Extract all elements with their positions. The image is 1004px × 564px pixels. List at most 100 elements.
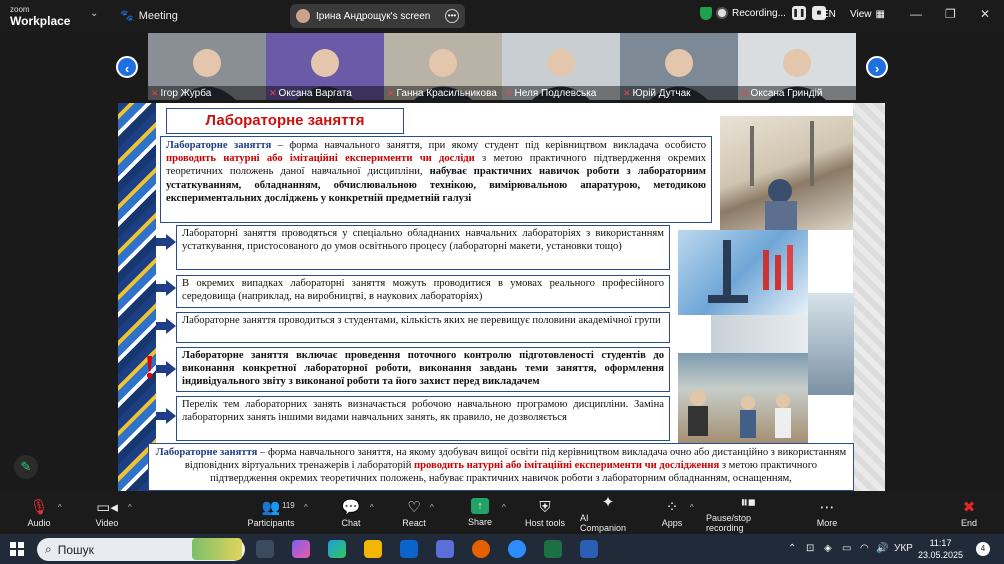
participants-button[interactable]: 👥 Participants bbox=[246, 491, 296, 534]
share-options-caret[interactable]: ^ bbox=[502, 503, 506, 512]
decorative-pattern bbox=[118, 103, 156, 491]
more-icon: ⋯ bbox=[819, 498, 835, 516]
arrow-icon bbox=[156, 234, 176, 250]
video-button[interactable]: ▭◂ Video bbox=[90, 491, 124, 534]
screen-share-pill[interactable]: Ірина Андрощук's screen ••• bbox=[290, 4, 465, 28]
search-icon: ⌕ bbox=[45, 542, 52, 556]
grid-icon: ▦ bbox=[875, 9, 885, 20]
pause-stop-icon: ⏸⏹ bbox=[740, 493, 756, 511]
volume-icon[interactable]: 🔊 bbox=[876, 543, 888, 554]
outlook-icon[interactable] bbox=[400, 540, 418, 558]
meeting-menu[interactable]: 🐾 Meeting bbox=[120, 9, 178, 23]
language-indicator[interactable]: УКР bbox=[894, 543, 913, 554]
shield-icon: ⛨ bbox=[539, 498, 551, 516]
windows-start-icon[interactable] bbox=[10, 542, 24, 556]
save-icon[interactable] bbox=[436, 540, 454, 558]
meeting-toolbar: 🎙 Audio ^ ▭◂ Video ^ 👥 Participants 119 … bbox=[0, 491, 1004, 534]
rule-box: Перелік тем лабораторних занять визначає… bbox=[176, 396, 670, 441]
edge-icon[interactable] bbox=[328, 540, 346, 558]
firefox-icon[interactable] bbox=[472, 540, 490, 558]
minimize-button[interactable]: — bbox=[910, 7, 922, 21]
more-button[interactable]: ⋯ More bbox=[814, 491, 840, 534]
slide-title: Лабораторне заняття bbox=[166, 108, 404, 134]
shield-icon bbox=[700, 6, 712, 20]
audio-button[interactable]: 🎙 Audio bbox=[22, 491, 56, 534]
definition-box: Лабораторне заняття – форма навчального … bbox=[160, 136, 712, 223]
arrow-icon bbox=[156, 318, 176, 334]
paw-icon: 🐾 bbox=[120, 10, 134, 22]
host-tools-button[interactable]: ⛨ Host tools bbox=[524, 491, 566, 534]
ai-companion-button[interactable]: ✦ AI Companion bbox=[580, 491, 636, 534]
screen-share-label: Ірина Андрощук's screen bbox=[316, 10, 431, 22]
task-view-icon[interactable] bbox=[256, 540, 274, 558]
wifi-icon[interactable]: ◠ bbox=[860, 543, 869, 554]
restore-button[interactable]: ❐ bbox=[945, 7, 956, 21]
zoom-app-icon[interactable] bbox=[508, 540, 526, 558]
participant-name: ✕ Оксана Варгата bbox=[266, 86, 384, 100]
audio-options-caret[interactable]: ^ bbox=[58, 503, 62, 512]
react-button[interactable]: ♡ React bbox=[400, 491, 428, 534]
clock[interactable]: 11:17 23.05.2025 bbox=[918, 537, 963, 561]
lab-photo bbox=[720, 116, 853, 230]
participant-tile[interactable]: ✕ Оксана Варгата bbox=[266, 33, 384, 100]
decorative-pattern-right bbox=[853, 103, 885, 491]
chat-button[interactable]: 💬 Chat bbox=[338, 491, 364, 534]
rule-box-highlight: Лабораторне заняття включає проведення п… bbox=[176, 347, 670, 392]
people-icon: 👥 bbox=[261, 498, 281, 516]
tray-app-icon[interactable]: ⊡ bbox=[806, 543, 814, 554]
arrow-icon bbox=[156, 408, 176, 424]
pause-recording-button[interactable]: ❚❚ bbox=[791, 6, 806, 20]
participant-name: ✕ Оксана Гриндій bbox=[738, 86, 856, 100]
rule-box: Лабораторне заняття проводиться з студен… bbox=[176, 312, 670, 343]
chat-icon: 💬 bbox=[341, 498, 361, 516]
mic-muted-icon: ✕ bbox=[387, 87, 395, 98]
avatar bbox=[296, 9, 310, 23]
share-button[interactable]: ↑ Share bbox=[466, 491, 494, 534]
view-button[interactable]: View ▦ bbox=[850, 9, 885, 20]
participant-name: ✕ Ганна Красильникова bbox=[384, 86, 502, 100]
pause-stop-recording-button[interactable]: ⏸⏹ Pause/stop recording bbox=[706, 491, 790, 534]
shared-slide: Лабораторне заняття Лабораторне заняття … bbox=[118, 103, 885, 491]
file-explorer-icon[interactable] bbox=[364, 540, 382, 558]
tray-app-icon[interactable]: ◈ bbox=[824, 543, 832, 554]
annotate-pen-button[interactable]: ✎ bbox=[14, 455, 38, 479]
exclamation-icon: ! bbox=[144, 349, 156, 386]
video-options-caret[interactable]: ^ bbox=[128, 503, 132, 512]
word-icon[interactable] bbox=[580, 540, 598, 558]
gallery-prev-button[interactable]: ‹ bbox=[116, 56, 138, 78]
participant-tile[interactable]: ✕ Юрій Дутчак bbox=[620, 33, 738, 100]
microscope-graphic bbox=[708, 240, 793, 303]
apps-options-caret[interactable]: ^ bbox=[690, 503, 694, 512]
language-button[interactable]: EN bbox=[822, 9, 836, 20]
participant-gallery: ✕ Ігор Журба ✕ Оксана Варгата ✕ Ганна Красиль… bbox=[148, 33, 856, 100]
camera-icon: ▭◂ bbox=[96, 498, 118, 516]
participants-options-caret[interactable]: ^ bbox=[304, 503, 308, 512]
heart-icon: ♡ bbox=[407, 498, 421, 516]
share-screen-icon: ↑ bbox=[471, 498, 489, 514]
participant-tile[interactable]: ✕ Неля Подлевська bbox=[502, 33, 620, 100]
apps-button[interactable]: ⁘ Apps bbox=[660, 491, 684, 534]
more-options-icon[interactable]: ••• bbox=[445, 9, 459, 23]
mic-muted-icon: ✕ bbox=[623, 87, 631, 98]
mic-muted-icon: 🎙 bbox=[29, 498, 49, 516]
chevron-down-icon[interactable]: ⌄ bbox=[90, 8, 98, 19]
students-photo bbox=[808, 293, 854, 395]
end-button[interactable]: ✖ End bbox=[958, 491, 980, 534]
rule-box: В окремих випадках лабораторні заняття м… bbox=[176, 275, 670, 308]
title-bar: zoom Workplace ⌄ 🐾 Meeting Ірина Андрощу… bbox=[0, 0, 1004, 32]
excel-icon[interactable] bbox=[544, 540, 562, 558]
participant-tile[interactable]: ✕ Ігор Журба bbox=[148, 33, 266, 100]
react-options-caret[interactable]: ^ bbox=[430, 503, 434, 512]
close-window-button[interactable]: ✕ bbox=[980, 7, 990, 21]
copilot-icon[interactable] bbox=[292, 540, 310, 558]
tray-chevron-icon[interactable]: ⌃ bbox=[788, 543, 796, 554]
participant-name: ✕ Неля Подлевська bbox=[502, 86, 620, 100]
mic-muted-icon: ✕ bbox=[269, 87, 277, 98]
zoom-logo: zoom Workplace bbox=[10, 5, 71, 28]
notification-badge[interactable]: 4 bbox=[976, 542, 990, 556]
battery-icon[interactable]: ▭ bbox=[842, 543, 851, 554]
participant-tile[interactable]: ✕ Оксана Гриндій bbox=[738, 33, 856, 100]
chat-options-caret[interactable]: ^ bbox=[370, 503, 374, 512]
gallery-next-button[interactable]: › bbox=[866, 56, 888, 78]
participant-tile[interactable]: ✕ Ганна Красильникова bbox=[384, 33, 502, 100]
